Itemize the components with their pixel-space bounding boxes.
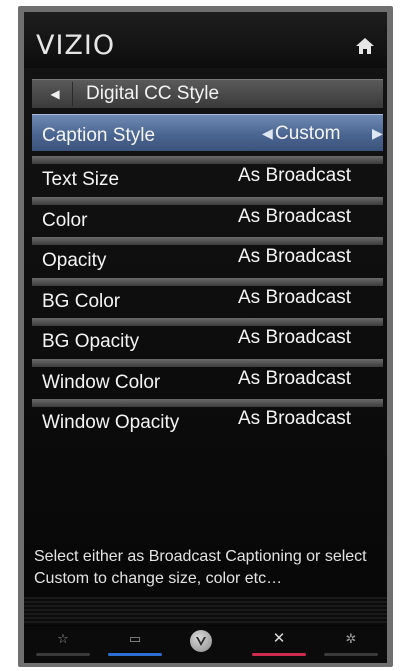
- row-divider: [32, 399, 383, 407]
- menu-item-label: Caption Style: [42, 125, 156, 146]
- favorites-button[interactable]: ☆: [34, 628, 92, 658]
- left-chevron-icon[interactable]: ◀: [262, 125, 273, 142]
- menu-item-label: BG Opacity: [42, 331, 140, 352]
- row-divider: [32, 318, 383, 326]
- menu-item-value: Custom: [275, 123, 341, 144]
- exit-button[interactable]: ✕: [250, 628, 308, 658]
- menu-item-label: Window Color: [42, 371, 161, 393]
- row-divider: [32, 156, 383, 164]
- menu-item-value: As Broadcast: [238, 327, 351, 348]
- menu-item-color[interactable]: Color As Broadcast: [32, 194, 383, 235]
- gear-icon: ✲: [345, 631, 357, 646]
- button-underline: [324, 653, 378, 656]
- menu-item-bg-color[interactable]: BG Color As Broadcast: [32, 275, 383, 316]
- menu-item-label: Text Size: [42, 169, 120, 190]
- header: VIZIO: [24, 12, 387, 68]
- breadcrumb-divider: [72, 82, 73, 106]
- menu-item-value: As Broadcast: [238, 367, 351, 389]
- help-text: Select either as Broadcast Captioning or…: [34, 548, 367, 587]
- menu-item-label: BG Color: [42, 290, 121, 312]
- button-underline: [108, 653, 162, 656]
- menu-item-window-opacity[interactable]: Window Opacity As Broadcast: [32, 396, 383, 437]
- page-title: Digital CC Style: [86, 83, 220, 104]
- menu-item-label: Window Opacity: [42, 412, 180, 433]
- menu-item-value: As Broadcast: [238, 246, 351, 267]
- menu-item-opacity[interactable]: Opacity As Broadcast: [32, 234, 383, 275]
- button-underline: [36, 653, 90, 656]
- menu-item-window-color[interactable]: Window Color As Broadcast: [32, 356, 383, 397]
- cc-style-menu: Caption Style ◀ Custom ▶ Text Size As Br…: [32, 109, 383, 437]
- menu-item-label: Color: [42, 209, 88, 231]
- vizio-logo: VIZIO: [36, 30, 116, 61]
- screen-icon: ▭: [128, 631, 142, 646]
- row-divider: [32, 196, 383, 205]
- input-button[interactable]: ▭: [106, 628, 164, 658]
- settings-button[interactable]: ✲: [322, 628, 380, 658]
- v-logo-glyph: [196, 637, 206, 646]
- close-icon: ✕: [272, 630, 286, 647]
- back-arrow-icon[interactable]: ◀: [42, 80, 68, 108]
- button-underline: [252, 653, 306, 656]
- menu-item-text-size[interactable]: Text Size As Broadcast: [32, 153, 383, 194]
- row-divider: [32, 237, 383, 245]
- menu-item-value: As Broadcast: [238, 165, 351, 186]
- tv-frame: VIZIO ◀ Digital CC Style Caption Style ◀…: [18, 6, 393, 667]
- home-icon[interactable]: [355, 36, 375, 56]
- menu-item-value: As Broadcast: [238, 408, 351, 429]
- menu-item-label: Opacity: [42, 250, 107, 271]
- row-divider: [32, 358, 383, 367]
- star-icon: ☆: [57, 631, 69, 646]
- menu-item-bg-opacity[interactable]: BG Opacity As Broadcast: [32, 315, 383, 356]
- row-divider: [32, 277, 383, 286]
- menu-item-value: As Broadcast: [238, 286, 351, 308]
- menu-item-value: As Broadcast: [238, 205, 351, 227]
- menu-panel: VIZIO ◀ Digital CC Style Caption Style ◀…: [24, 12, 387, 663]
- breadcrumb: ◀ Digital CC Style: [32, 79, 383, 108]
- decorative-stripes: [24, 597, 387, 625]
- right-chevron-icon[interactable]: ▶: [372, 125, 383, 142]
- vizio-v-icon[interactable]: [190, 630, 212, 652]
- menu-item-caption-style[interactable]: Caption Style ◀ Custom ▶: [32, 109, 383, 153]
- bottom-nav-bar: ☆ ▭ ✕ ✲: [24, 626, 387, 663]
